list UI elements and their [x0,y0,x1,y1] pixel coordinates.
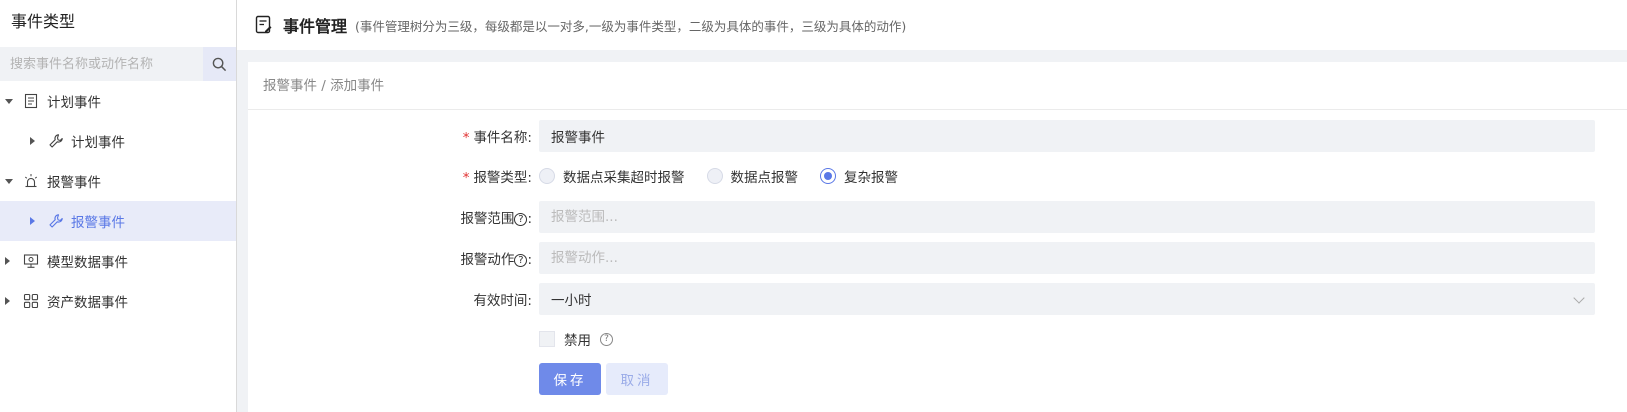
event-name-row: * 事件名称: [248,120,1627,152]
wrench-icon [49,214,63,228]
event-tree: 计划事件 计划事件 报警事件 报警事件 模型数据事件 资产数据事件 [0,81,236,321]
radio-circle-selected[interactable] [820,168,836,184]
caret-down-icon[interactable] [5,178,13,184]
tree-search [0,47,236,81]
grid-apps-icon [23,293,39,309]
event-name-input[interactable] [539,120,1595,152]
help-icon[interactable]: ? [514,213,528,226]
app-root: 事件类型 计划事件 [0,0,1627,412]
alarm-range-row: 报警范围?: [248,201,1627,233]
tree-node-asset-data-events[interactable]: 资产数据事件 [0,281,236,321]
edit-document-icon [255,15,272,34]
help-icon[interactable]: ? [514,254,528,267]
page-title: 事件管理 [283,17,348,36]
page-header: 事件管理 (事件管理树分为三级，每级都是以一对多,一级为事件类型，二级为具体的事… [237,0,1627,50]
cancel-button[interactable]: 取消 [606,363,668,395]
caret-down-icon[interactable] [5,98,13,104]
main-area: 事件管理 (事件管理树分为三级，每级都是以一对多,一级为事件类型，二级为具体的事… [237,0,1627,412]
form-panel: 报警事件 / 添加事件 *事件名称: *报警类型: 数据点采集超时报警 数据点报… [248,62,1627,412]
alarm-action-label: 报警动作?: [460,252,532,268]
valid-time-select[interactable]: 一小时 [539,283,1595,315]
radio-data-point-alarm[interactable]: 数据点报警 [706,166,798,186]
tree-node-plan-events[interactable]: 计划事件 [0,81,236,121]
radio-circle[interactable] [539,168,555,184]
tree-node-label: 报警事件 [71,215,125,231]
tree-node-label: 报警事件 [47,175,101,191]
event-name-label: * 事件名称: [462,130,532,146]
search-button[interactable] [203,47,236,81]
tree-node-label: 计划事件 [47,95,101,111]
radio-complex-alarm[interactable]: 复杂报警 [820,166,898,186]
monitor-icon [23,254,39,268]
alarm-type-label: * 报警类型: [462,170,532,186]
caret-right-icon[interactable] [5,297,10,305]
disable-label: 禁用 [564,333,591,349]
radio-collection-timeout-alarm[interactable]: 数据点采集超时报警 [539,166,685,186]
tree-search-input[interactable] [0,47,203,81]
question-icon[interactable]: ? [600,332,613,346]
search-icon [212,57,227,71]
tree-node-alarm-event[interactable]: 报警事件 [0,201,236,241]
valid-time-value: 一小时 [551,293,592,309]
tree-node-model-data-events[interactable]: 模型数据事件 [0,241,236,281]
alarm-type-row: * 报警类型: 数据点采集超时报警 数据点报警 复杂报警 [248,160,1627,192]
sidebar-title: 事件类型 [11,12,76,31]
tree-node-label: 资产数据事件 [47,295,128,311]
disable-checkbox[interactable] [539,331,555,347]
alarm-range-input[interactable] [539,201,1595,233]
disable-checkbox-group: 禁用 ? [539,329,613,349]
alarm-type-radio-group: 数据点采集超时报警 数据点报警 复杂报警 [539,166,920,186]
valid-time-row: 有效时间: 一小时 [248,283,1627,315]
tree-node-alarm-events[interactable]: 报警事件 [0,161,236,201]
caret-right-icon[interactable] [5,257,10,265]
caret-right-icon[interactable] [30,217,35,225]
alarm-action-row: 报警动作?: [248,242,1627,274]
page-description: (事件管理树分为三级，每级都是以一对多,一级为事件类型，二级为具体的事件，三级为… [355,18,907,34]
disable-row: 禁用 ? [248,323,1627,355]
alarm-action-input[interactable] [539,242,1595,274]
tree-node-plan-event[interactable]: 计划事件 [0,121,236,161]
radio-circle[interactable] [706,168,723,184]
sidebar: 事件类型 计划事件 [0,0,237,412]
valid-time-label: 有效时间: [473,293,532,309]
document-list-icon [24,93,38,109]
tree-node-label: 计划事件 [71,135,125,151]
chevron-down-icon [1573,292,1585,304]
caret-right-icon[interactable] [30,137,35,145]
actions-row: 保存 取消 [248,363,1627,395]
save-button[interactable]: 保存 [539,363,601,395]
alarm-range-label: 报警范围?: [460,211,532,227]
tree-node-label: 模型数据事件 [47,255,128,271]
wrench-icon [49,134,63,148]
alarm-light-icon [24,174,38,188]
breadcrumb: 报警事件 / 添加事件 [248,62,1627,110]
